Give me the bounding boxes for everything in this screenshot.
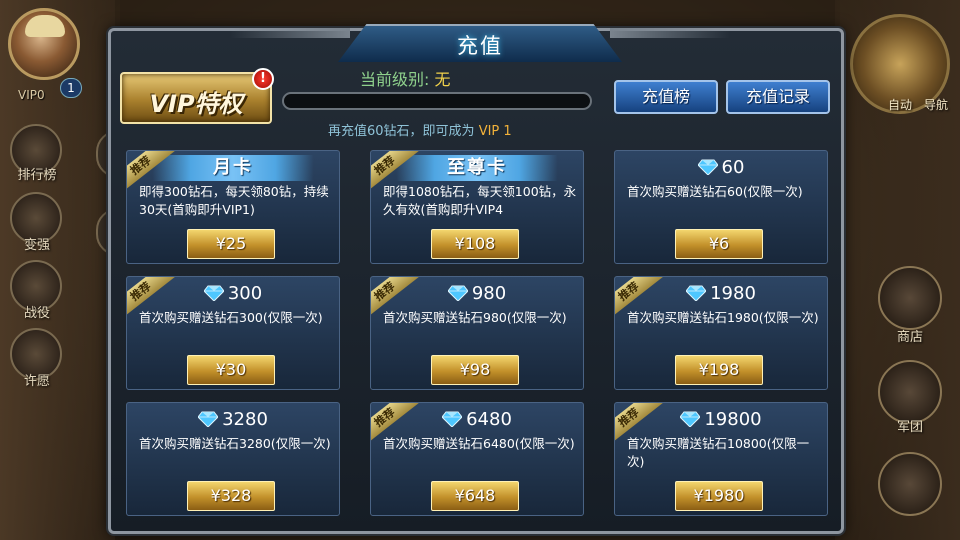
card-description: 首次购买赠送钻石980(仅限一次) <box>383 310 567 325</box>
dialog-title: 充值 <box>457 34 503 58</box>
side-menu-strengthen[interactable]: 变强 <box>12 234 62 253</box>
card-title-text: 300 <box>227 283 263 304</box>
buy-price-button[interactable]: ¥648 <box>431 481 519 511</box>
recharge-card[interactable]: 3280 首次购买赠送钻石3280(仅限一次) ¥328 <box>126 402 340 516</box>
buy-price-button[interactable]: ¥1980 <box>675 481 763 511</box>
auto-navigate-label[interactable]: 自动 导航 <box>888 96 948 113</box>
card-description: 首次购买赠送钻石10800(仅限一次) <box>627 436 810 469</box>
diamond-icon <box>686 285 707 301</box>
shop-icon[interactable] <box>878 266 942 330</box>
card-title-text: 980 <box>471 283 507 304</box>
vip-privilege-button[interactable]: VIP特权 <box>120 72 272 124</box>
card-title: 60 <box>615 155 827 181</box>
buy-price-button[interactable]: ¥6 <box>675 229 763 259</box>
card-description: 即得300钻石，每天领80钻，持续30天(首购即升VIP1) <box>139 184 329 217</box>
current-level-value: 无 <box>434 70 451 89</box>
vip-alert-badge: ! <box>252 68 274 90</box>
recharge-card[interactable]: 6480 推荐 首次购买赠送钻石6480(仅限一次) ¥648 <box>370 402 584 516</box>
buy-price-button[interactable]: ¥30 <box>187 355 275 385</box>
card-description: 首次购买赠送钻石1980(仅限一次) <box>627 310 819 325</box>
recharge-card[interactable]: 1980 推荐 首次购买赠送钻石1980(仅限一次) ¥198 <box>614 276 828 390</box>
recharge-records-button[interactable]: 充值记录 <box>726 80 830 114</box>
buy-price-button[interactable]: ¥25 <box>187 229 275 259</box>
diamond-icon <box>697 159 718 175</box>
recharge-hint-vip: VIP 1 <box>478 124 512 139</box>
side-menu-campaign[interactable]: 战役 <box>12 302 62 321</box>
recharge-card[interactable]: 300 推荐 首次购买赠送钻石300(仅限一次) ¥30 <box>126 276 340 390</box>
recharge-hint: 再充值60钻石，即可成为 VIP 1 <box>328 120 512 139</box>
card-title-text: 至尊卡 <box>447 157 507 178</box>
card-title: 3280 <box>127 407 339 433</box>
refresh-icon[interactable] <box>878 452 942 516</box>
legion-icon[interactable] <box>878 360 942 424</box>
recharge-card[interactable]: 月卡 推荐 即得300钻石，每天领80钻，持续30天(首购即升VIP1) ¥25 <box>126 150 340 264</box>
card-title-text: 19800 <box>704 409 762 430</box>
player-avatar[interactable] <box>8 8 80 80</box>
card-title-text: 1980 <box>710 283 756 304</box>
title-ornament-right <box>610 28 730 38</box>
recharge-ranking-button[interactable]: 充值榜 <box>614 80 718 114</box>
card-description: 首次购买赠送钻石60(仅限一次) <box>627 184 803 199</box>
legion-label[interactable]: 军团 <box>882 416 938 435</box>
recharge-card[interactable]: 60 首次购买赠送钻石60(仅限一次) ¥6 <box>614 150 828 264</box>
card-description: 即得1080钻石，每天领100钻，永久有效(首购即升VIP4 <box>383 184 577 217</box>
card-description: 首次购买赠送钻石3280(仅限一次) <box>139 436 331 451</box>
diamond-icon <box>680 411 701 427</box>
player-level-badge: 1 <box>60 78 82 98</box>
recharge-card[interactable]: 980 推荐 首次购买赠送钻石980(仅限一次) ¥98 <box>370 276 584 390</box>
diamond-icon <box>203 285 224 301</box>
vip-privilege-label: VIP特权 <box>149 90 243 118</box>
card-title-text: 6480 <box>466 409 512 430</box>
recharge-card[interactable]: 19800 推荐 首次购买赠送钻石10800(仅限一次) ¥1980 <box>614 402 828 516</box>
buy-price-button[interactable]: ¥98 <box>431 355 519 385</box>
diamond-icon <box>447 285 468 301</box>
diamond-icon <box>442 411 463 427</box>
current-level-label: 当前级别: <box>360 70 430 89</box>
shop-label[interactable]: 商店 <box>882 326 938 345</box>
card-title-text: 3280 <box>222 409 268 430</box>
side-menu-wish[interactable]: 许愿 <box>12 370 62 389</box>
buy-price-button[interactable]: ¥198 <box>675 355 763 385</box>
card-description: 首次购买赠送钻石6480(仅限一次) <box>383 436 575 451</box>
current-level: 当前级别: 无 <box>360 66 451 90</box>
card-title-text: 60 <box>721 157 745 178</box>
diamond-icon <box>198 411 219 427</box>
vip-level-label: VIP0 <box>18 88 45 102</box>
card-description: 首次购买赠送钻石300(仅限一次) <box>139 310 323 325</box>
side-menu-ranking[interactable]: 排行榜 <box>12 164 62 183</box>
recharge-hint-text: 再充值60钻石，即可成为 <box>328 124 475 139</box>
vip-progress-bar <box>282 92 592 110</box>
buy-price-button[interactable]: ¥108 <box>431 229 519 259</box>
recharge-card[interactable]: 至尊卡 推荐 即得1080钻石，每天领100钻，永久有效(首购即升VIP4 ¥108 <box>370 150 584 264</box>
title-ornament-left <box>230 28 350 38</box>
buy-price-button[interactable]: ¥328 <box>187 481 275 511</box>
card-title-text: 月卡 <box>213 157 253 178</box>
